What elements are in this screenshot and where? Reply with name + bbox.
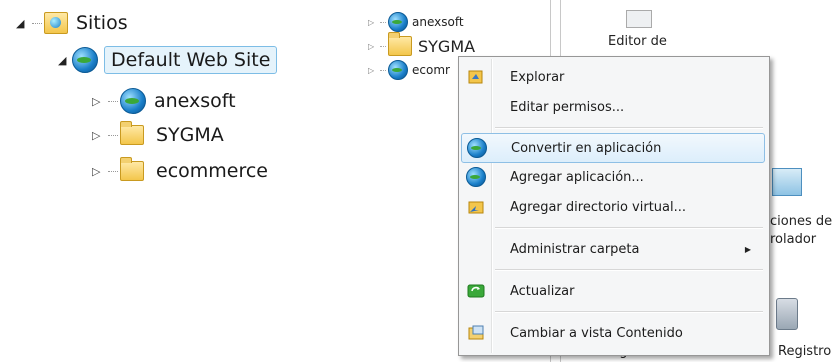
tree-item-label: anexsoft <box>412 15 464 29</box>
globe-icon <box>388 12 408 32</box>
menu-separator <box>495 227 763 229</box>
tree-node-default-web-site[interactable]: ◢ Default Web Site <box>58 46 278 74</box>
tree-item-label: SYGMA <box>418 36 476 56</box>
menu-item-label: Actualizar <box>510 283 575 299</box>
background-tree-item[interactable]: ▷ anexsoft <box>368 12 464 32</box>
menu-item-label: Agregar directorio virtual... <box>510 199 687 215</box>
explore-icon <box>461 68 491 86</box>
expand-arrow-icon[interactable]: ▷ <box>368 18 378 27</box>
menu-item-label: Explorar <box>510 69 565 85</box>
registro-label: Registro <box>778 344 832 359</box>
menu-item-label: Editar permisos... <box>510 99 625 115</box>
expand-arrow-icon[interactable]: ▷ <box>92 165 106 178</box>
menu-item-agregar-aplicacion[interactable]: Agregar aplicación... <box>461 163 765 191</box>
context-menu: Explorar Editar permisos... Convertir en… <box>458 56 770 356</box>
actions-label-1: ciones de <box>770 214 833 229</box>
collapse-arrow-icon[interactable]: ◢ <box>16 17 30 30</box>
actions-label-2: rolador <box>770 232 817 247</box>
expand-arrow-icon[interactable]: ▷ <box>92 95 106 108</box>
expand-arrow-icon[interactable]: ▷ <box>368 42 378 51</box>
content-view-icon <box>461 324 491 342</box>
menu-item-convertir-aplicacion[interactable]: Convertir en aplicación <box>461 133 765 163</box>
globe-icon <box>72 47 98 73</box>
tree-node-label: SYGMA <box>156 124 224 146</box>
menu-item-label: Convertir en aplicación <box>511 140 662 156</box>
virtual-directory-icon <box>461 198 491 216</box>
editor-label: Editor de <box>608 34 667 49</box>
expand-arrow-icon[interactable]: ▷ <box>92 129 106 142</box>
tree-node-ecommerce[interactable]: ▷ ecommerce <box>92 157 268 182</box>
background-tree-item[interactable]: ▷ SYGMA <box>368 32 476 56</box>
tree-node-label: Default Web Site <box>104 46 278 74</box>
editor-icon <box>626 10 652 28</box>
globe-icon <box>388 60 408 80</box>
menu-item-editar-permisos[interactable]: Editar permisos... <box>461 93 765 121</box>
globe-icon <box>461 167 491 187</box>
menu-separator <box>495 311 763 313</box>
folder-icon <box>388 32 412 56</box>
submenu-arrow-icon: ▶ <box>744 244 751 254</box>
tree-node-label: ecommerce <box>156 160 268 182</box>
folder-icon <box>120 121 144 145</box>
expand-arrow-icon[interactable]: ▷ <box>368 66 378 75</box>
menu-item-label: Agregar aplicación... <box>510 169 644 185</box>
menu-item-label: Cambiar a vista Contenido <box>510 325 683 341</box>
actions-feature-icon <box>772 168 802 196</box>
sites-folder-icon <box>44 12 68 34</box>
tree-node-anexsoft[interactable]: ▷ anexsoft <box>92 88 236 114</box>
menu-item-cambiar-vista-contenido[interactable]: Cambiar a vista Contenido <box>461 319 765 347</box>
menu-item-administrar-carpeta[interactable]: Administrar carpeta ▶ <box>461 235 765 263</box>
menu-item-actualizar[interactable]: Actualizar <box>461 277 765 305</box>
tree-node-label: anexsoft <box>154 90 236 112</box>
menu-item-agregar-directorio-virtual[interactable]: Agregar directorio virtual... <box>461 193 765 221</box>
refresh-icon <box>461 282 491 300</box>
background-tree-item[interactable]: ▷ ecomr <box>368 60 450 80</box>
menu-separator <box>495 127 763 129</box>
registro-icon <box>776 298 798 330</box>
globe-icon <box>462 138 492 158</box>
tree-node-sites[interactable]: ◢ Sitios <box>16 12 128 34</box>
tree-item-label: ecomr <box>412 63 450 77</box>
collapse-arrow-icon[interactable]: ◢ <box>58 54 72 67</box>
globe-icon <box>120 88 146 114</box>
menu-item-label: Administrar carpeta <box>510 241 640 257</box>
tree-node-sygma[interactable]: ▷ SYGMA <box>92 121 224 146</box>
tree-node-label: Sitios <box>76 12 128 34</box>
menu-separator <box>495 269 763 271</box>
menu-item-explorar[interactable]: Explorar <box>461 63 765 91</box>
folder-icon <box>120 157 144 181</box>
